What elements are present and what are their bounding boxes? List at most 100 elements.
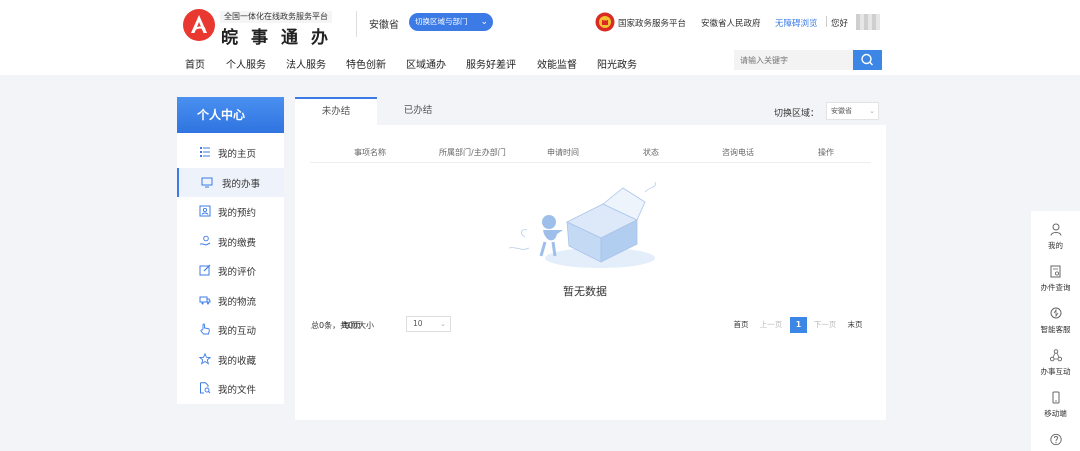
- dock-item-help[interactable]: [1031, 425, 1080, 451]
- logo-title[interactable]: 皖事通办: [221, 23, 341, 48]
- empty-state-illustration: [508, 182, 656, 268]
- province-government-link[interactable]: 安徽省人民政府: [701, 17, 761, 29]
- search-icon: [861, 53, 873, 66]
- link-separator: [826, 16, 827, 27]
- logo-icon[interactable]: [182, 8, 216, 42]
- nav-item-home[interactable]: 首页: [185, 56, 205, 71]
- affairs-panel: 未办结 已办结 切换区域： 安徽省 ⌄ 事项名称 所属部门/主办部门 申请时间 …: [295, 97, 886, 420]
- sidebar-item-label: 我的主页: [218, 149, 257, 160]
- sidebar-item-affairs[interactable]: 我的办事: [177, 168, 284, 197]
- sidebar-item-label: 我的收藏: [218, 356, 257, 367]
- personal-center-sidebar: 个人中心 我的主页 我的办事 我的预约 我的缴费 我的评价 我的物流 我的互动 …: [177, 97, 284, 404]
- dock-item-label: 智能客服: [1040, 325, 1071, 334]
- chat-icon: [1050, 307, 1062, 319]
- column-header: 事项名称: [354, 148, 386, 157]
- area-select[interactable]: 安徽省 ⌄: [826, 102, 879, 120]
- dock-item-case-query[interactable]: 办件查询: [1031, 257, 1080, 299]
- nav-item-personal[interactable]: 个人服务: [226, 56, 266, 71]
- dock-item-mobile[interactable]: 移动端: [1031, 383, 1080, 425]
- column-header: 咨询电话: [722, 148, 754, 157]
- truck-icon: [199, 296, 211, 305]
- mobile-icon: [1052, 391, 1060, 404]
- page-size-label: 每页大小: [342, 321, 374, 330]
- nav-item-evaluation[interactable]: 服务好差评: [466, 56, 516, 71]
- document-search-icon: [1050, 265, 1061, 278]
- region-switch-label: 切换区域与部门: [415, 17, 468, 26]
- search-input[interactable]: [734, 50, 853, 70]
- nav-item-innovation[interactable]: 特色创新: [346, 56, 386, 71]
- star-icon: [199, 353, 211, 365]
- nav-item-supervision[interactable]: 效能监督: [537, 56, 577, 71]
- sidebar-item-label: 我的办事: [222, 179, 261, 190]
- tab-completed[interactable]: 已办结: [377, 97, 459, 125]
- sidebar-item-label: 我的互动: [218, 326, 257, 337]
- dock-item-label: 办事互动: [1040, 367, 1071, 376]
- switch-area-label: 切换区域：: [774, 109, 820, 119]
- accessibility-link[interactable]: 无障碍浏览: [775, 17, 818, 29]
- sidebar-item-payments[interactable]: 我的缴费: [177, 227, 284, 256]
- user-avatar[interactable]: [856, 14, 880, 30]
- national-emblem-icon: [595, 12, 615, 32]
- help-icon: [1050, 433, 1062, 446]
- table-header: 事项名称 所属部门/主办部门 申请时间 状态 咨询电话 操作: [310, 143, 871, 163]
- last-page-button[interactable]: 末页: [844, 317, 866, 333]
- column-header: 所属部门/主办部门: [439, 148, 506, 157]
- sidebar-item-reviews[interactable]: 我的评价: [177, 256, 284, 285]
- floating-dock: 我的 办件查询 智能客服 办事互动 移动端: [1031, 211, 1080, 451]
- share-icon: [1050, 349, 1062, 362]
- sidebar-title: 个人中心: [177, 97, 284, 133]
- site-header: 全国一体化在线政务服务平台 皖事通办 安徽省 切换区域与部门 ⌄ 国家政务服务平…: [0, 0, 1080, 75]
- sidebar-item-logistics[interactable]: 我的物流: [177, 286, 284, 315]
- chevron-down-icon: ⌄: [869, 107, 875, 115]
- prev-page-button[interactable]: 上一页: [758, 317, 784, 333]
- user-icon: [1050, 223, 1062, 236]
- empty-state-text: 暂无数据: [563, 285, 607, 298]
- tab-pending[interactable]: 未办结: [295, 97, 377, 125]
- dock-item-mine[interactable]: 我的: [1031, 215, 1080, 257]
- dock-item-label: 办件查询: [1040, 283, 1071, 292]
- nav-item-transparency[interactable]: 阳光政务: [597, 56, 637, 71]
- next-page-button[interactable]: 下一页: [812, 317, 838, 333]
- sidebar-item-label: 我的缴费: [218, 238, 257, 249]
- logo-subtitle: 全国一体化在线政务服务平台: [220, 11, 332, 23]
- chevron-down-icon: ⌄: [440, 320, 446, 328]
- area-select-value: 安徽省: [831, 107, 852, 115]
- page-size-select[interactable]: 10 ⌄: [406, 316, 451, 332]
- current-page-button[interactable]: 1: [790, 317, 807, 333]
- dock-item-label: 移动端: [1044, 409, 1067, 418]
- column-header: 操作: [818, 148, 834, 157]
- monitor-icon: [201, 177, 213, 188]
- sidebar-item-appointments[interactable]: 我的预约: [177, 197, 284, 226]
- pointer-hand-icon: [200, 323, 210, 335]
- sidebar-item-favorites[interactable]: 我的收藏: [177, 345, 284, 374]
- sidebar-item-label: 我的评价: [218, 267, 257, 278]
- sidebar-item-label: 我的文件: [218, 385, 257, 396]
- sidebar-item-home[interactable]: 我的主页: [177, 138, 284, 167]
- page-size-value: 10: [413, 319, 423, 328]
- first-page-button[interactable]: 首页: [730, 317, 752, 333]
- sidebar-item-interactions[interactable]: 我的互动: [177, 315, 284, 344]
- nav-item-corporate[interactable]: 法人服务: [286, 56, 326, 71]
- dock-item-smart-service[interactable]: 智能客服: [1031, 299, 1080, 341]
- sidebar-item-label: 我的物流: [218, 297, 257, 308]
- region-switch-button[interactable]: 切换区域与部门 ⌄: [409, 13, 493, 31]
- search-button[interactable]: [853, 50, 882, 70]
- contact-card-icon: [199, 205, 211, 217]
- dock-item-interaction[interactable]: 办事互动: [1031, 341, 1080, 383]
- current-region: 安徽省: [369, 20, 399, 31]
- file-search-icon: [200, 382, 211, 394]
- national-platform-link[interactable]: 国家政务服务平台: [618, 17, 686, 29]
- nav-item-regional[interactable]: 区域通办: [406, 56, 446, 71]
- header-divider: [356, 11, 357, 37]
- column-header: 申请时间: [547, 148, 579, 157]
- sidebar-item-label: 我的预约: [218, 208, 257, 219]
- edit-icon: [199, 264, 211, 276]
- list-icon: [200, 147, 210, 157]
- sidebar-item-files[interactable]: 我的文件: [177, 374, 284, 403]
- tabs-bar: 未办结 已办结 切换区域： 安徽省 ⌄: [295, 97, 886, 125]
- chevron-down-icon: ⌄: [480, 17, 488, 27]
- payment-hand-icon: [200, 235, 211, 246]
- column-header: 状态: [643, 148, 659, 157]
- greeting-text: 您好: [831, 19, 849, 29]
- dock-item-label: 我的: [1048, 241, 1063, 250]
